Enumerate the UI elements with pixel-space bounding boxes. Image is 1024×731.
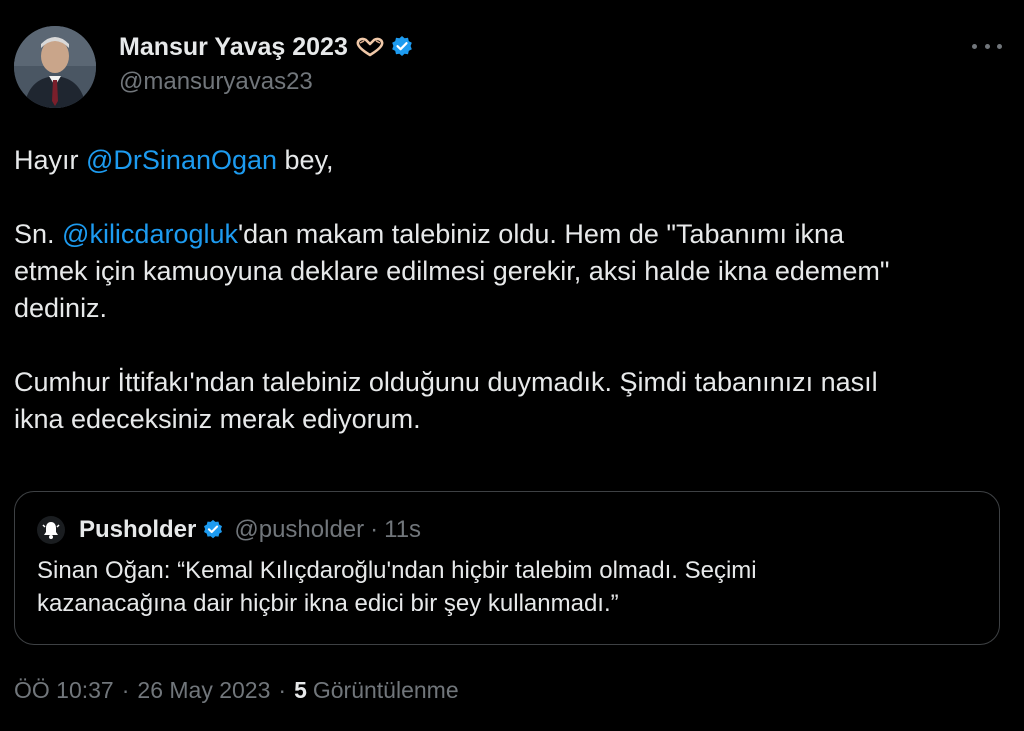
separator: · [121, 677, 130, 703]
verified-badge-icon[interactable] [390, 35, 414, 59]
text-span: Hayır [14, 145, 87, 175]
tweet-time[interactable]: ÖÖ 10:37 [14, 677, 114, 704]
separator: · [370, 516, 379, 543]
quoted-tweet-header: Pusholder @pusholder · 11s [37, 514, 421, 546]
mention-link[interactable]: @DrSinanOgan [86, 145, 277, 175]
tweet-line: ikna edeceksiniz merak ediyorum. [14, 404, 421, 434]
tweet-line: Cumhur İttifakı'ndan talebiniz olduğunu … [14, 367, 878, 397]
tweet-date[interactable]: 26 May 2023 [137, 677, 270, 704]
tweet-line: Sn. @kilicdarogluk'dan makam talebiniz o… [14, 216, 1010, 253]
more-options-icon[interactable] [972, 36, 1002, 56]
text-span: Sn. [14, 219, 63, 249]
text-span: bey, [277, 145, 334, 175]
author-handle[interactable]: @mansuryavas23 [119, 68, 414, 96]
quoted-line: Sinan Oğan: “Kemal Kılıçdaroğlu'ndan hiç… [37, 557, 757, 584]
avatar-image [14, 26, 96, 108]
tweet-line: Hayır @DrSinanOgan bey, [14, 142, 1010, 179]
avatar[interactable] [14, 26, 96, 108]
verified-badge-icon [202, 519, 224, 541]
views-count: 5 [294, 677, 307, 703]
text-span: 'dan makam talebiniz oldu. Hem de "Taban… [238, 219, 845, 249]
pusholder-bell-icon [37, 516, 65, 544]
tweet-line: etmek için kamuoyuna deklare edilmesi ge… [14, 256, 890, 286]
author-name-row: Mansur Yavaş 2023 [119, 30, 414, 64]
quoted-author-handle[interactable]: @pusholder [234, 516, 364, 544]
quoted-line: kazanacağına dair hiçbir ikna edici bir … [37, 590, 619, 617]
views-label: Görüntülenme [312, 677, 459, 703]
mention-link[interactable]: @kilicdarogluk [62, 219, 238, 249]
tweet-line: dediniz. [14, 293, 108, 323]
heart-hands-emoji-icon [356, 37, 384, 57]
separator: · [278, 677, 287, 703]
quoted-tweet-time[interactable]: 11s [384, 516, 421, 544]
tweet-header: Mansur Yavaş 2023 @mansuryavas23 [119, 30, 414, 96]
author-name[interactable]: Mansur Yavaş 2023 [119, 33, 348, 62]
quoted-author-name[interactable]: Pusholder [79, 516, 196, 544]
tweet-text: Hayır @DrSinanOgan bey, Sn. @kilicdarogl… [14, 142, 1010, 438]
tweet-meta: ÖÖ 10:37 · 26 May 2023 · 5 Görüntülenme [14, 677, 459, 704]
quoted-tweet-text: Sinan Oğan: “Kemal Kılıçdaroğlu'ndan hiç… [37, 554, 977, 620]
tweet: Mansur Yavaş 2023 @mansuryavas23 Hayır @… [0, 0, 1024, 731]
quoted-tweet-card[interactable]: Pusholder @pusholder · 11s Sinan Oğan: “… [14, 491, 1000, 645]
